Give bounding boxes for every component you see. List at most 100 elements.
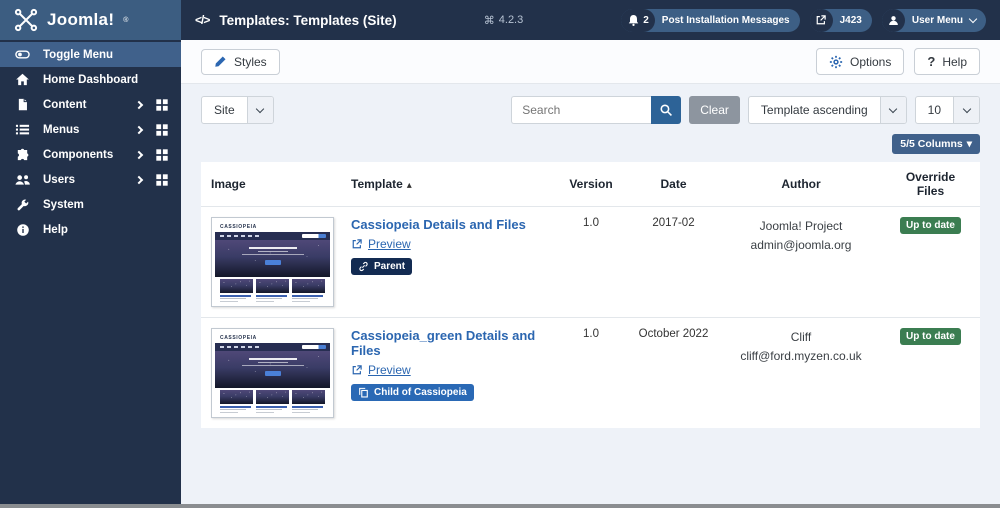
columns-row: 5/5 Columns	[201, 134, 980, 154]
date-cell: 2017-02	[626, 206, 721, 318]
column-header-override-files: Override Files	[905, 170, 956, 198]
messages-label: Post Installation Messages	[661, 14, 790, 26]
chevron-right-icon	[134, 125, 144, 134]
wrench-icon	[14, 198, 31, 212]
table-row: CASSIOPEIA	[201, 317, 980, 428]
client-filter-select[interactable]: Site	[201, 96, 274, 124]
sidebar-item-label: Toggle Menu	[43, 48, 114, 61]
thumb-navbar	[215, 343, 330, 351]
toolbar: Styles Options ? Help	[181, 40, 1000, 84]
help-button[interactable]: ? Help	[914, 48, 980, 75]
templates-table: Image Template Version Date Author Overr…	[201, 162, 980, 428]
sidebar-item-label: Users	[43, 173, 75, 186]
sidebar-item-users[interactable]: Users	[0, 167, 181, 192]
sort-select[interactable]: Template ascending	[747, 96, 907, 124]
template-thumbnail: CASSIOPEIA	[211, 217, 334, 307]
clear-button[interactable]: Clear	[689, 96, 740, 124]
chevron-right-icon	[134, 175, 144, 184]
child-badge: Child of Cassiopeia	[351, 384, 474, 401]
help-label: Help	[942, 54, 967, 69]
preview-link[interactable]: Preview	[368, 363, 411, 377]
external-link-icon	[352, 239, 362, 249]
sidebar-item-menus[interactable]: Menus	[0, 117, 181, 142]
sidebar-item-toggle-menu[interactable]: Toggle Menu	[0, 42, 181, 67]
user-menu-button[interactable]: User Menu	[881, 8, 986, 32]
sidebar-item-label: System	[43, 198, 84, 211]
columns-toggle-button[interactable]: 5/5 Columns	[892, 134, 980, 154]
options-button[interactable]: Options	[816, 48, 905, 75]
gear-icon	[829, 55, 843, 68]
styles-button[interactable]: Styles	[201, 48, 280, 75]
sidebar: Toggle Menu Home Dashboard Content Menus…	[0, 40, 181, 504]
limit-select[interactable]: 10	[914, 96, 980, 124]
sidebar-item-components[interactable]: Components	[0, 142, 181, 167]
search-input[interactable]	[511, 96, 652, 124]
sort-ascending-icon	[403, 177, 412, 191]
column-header-author: Author	[781, 177, 821, 191]
puzzle-icon	[14, 147, 31, 162]
chevron-down-icon	[962, 104, 971, 114]
users-icon	[14, 172, 31, 187]
filter-bar: Site Clear	[201, 96, 980, 124]
version-cell: 1.0	[556, 206, 626, 318]
override-files-cell: Up to date	[881, 317, 980, 428]
template-details-link[interactable]: Cassiopeia_green Details and Files	[351, 328, 546, 358]
search-group	[511, 96, 682, 124]
search-button[interactable]	[651, 96, 682, 124]
sidebar-item-system[interactable]: System	[0, 192, 181, 217]
sidebar-item-help[interactable]: Help	[0, 217, 181, 242]
sidebar-item-label: Components	[43, 148, 114, 161]
sidebar-item-label: Help	[43, 223, 68, 236]
sidebar-item-home-dashboard[interactable]: Home Dashboard	[0, 67, 181, 92]
grid-icon[interactable]	[155, 173, 169, 187]
joomla-version: ⌘ 4.2.3	[484, 14, 523, 27]
column-header-date: Date	[660, 177, 687, 191]
thumb-hero-image	[215, 351, 330, 388]
logo-text: Joomla!	[47, 10, 115, 29]
bell-icon	[629, 14, 639, 26]
home-icon	[14, 72, 31, 87]
site-preview-button[interactable]: J423	[809, 8, 872, 32]
version-label: 4.2.3	[498, 14, 524, 26]
preview-link[interactable]: Preview	[368, 237, 411, 251]
template-details-link[interactable]: Cassiopeia Details and Files	[351, 217, 526, 232]
messages-count-wrap: 2	[621, 8, 655, 32]
post-installation-messages-button[interactable]: 2 Post Installation Messages	[621, 8, 800, 32]
table-header-row: Image Template Version Date Author Overr…	[201, 162, 980, 207]
question-icon: ?	[927, 54, 936, 69]
copy-icon	[359, 387, 368, 398]
options-label: Options	[850, 54, 892, 69]
author-email: admin@joomla.org	[750, 237, 852, 252]
user-menu-label: User Menu	[911, 14, 963, 26]
search-icon	[660, 104, 673, 116]
up-to-date-badge: Up to date	[900, 217, 961, 234]
external-link-icon	[816, 15, 826, 25]
thumb-cards	[215, 388, 330, 414]
author-email: cliff@ford.myzen.co.uk	[740, 348, 862, 363]
content-body: Site Clear	[181, 84, 1000, 504]
parent-badge: Parent	[351, 258, 413, 275]
grid-icon[interactable]	[155, 123, 169, 137]
chevron-down-icon	[968, 14, 978, 23]
chevron-right-icon	[134, 150, 144, 159]
chevron-down-icon	[888, 104, 898, 114]
list-icon	[14, 122, 31, 137]
code-icon: </>	[195, 13, 210, 27]
select-caret	[879, 97, 906, 123]
link-icon	[359, 261, 368, 272]
thumb-cards	[215, 277, 330, 303]
thumb-site-title: CASSIOPEIA	[220, 223, 257, 230]
grid-icon[interactable]	[155, 148, 169, 162]
sidebar-item-content[interactable]: Content	[0, 92, 181, 117]
sidebar-item-label: Content	[43, 98, 87, 111]
template-cell: Cassiopeia Details and Files Preview Par…	[341, 206, 556, 318]
column-header-template[interactable]: Template	[341, 162, 556, 207]
sort-select-value: Template ascending	[760, 103, 868, 117]
limit-select-value: 10	[927, 103, 941, 117]
grid-icon[interactable]	[155, 98, 169, 112]
content-area: Styles Options ? Help Site Search Clear …	[181, 40, 1000, 504]
user-icon-wrap	[881, 8, 905, 32]
joomla-logo-icon	[14, 8, 38, 32]
topbar-right: ⌘ 4.2.3 2 Post Installation Messages J42…	[484, 8, 986, 32]
file-icon	[14, 97, 31, 112]
